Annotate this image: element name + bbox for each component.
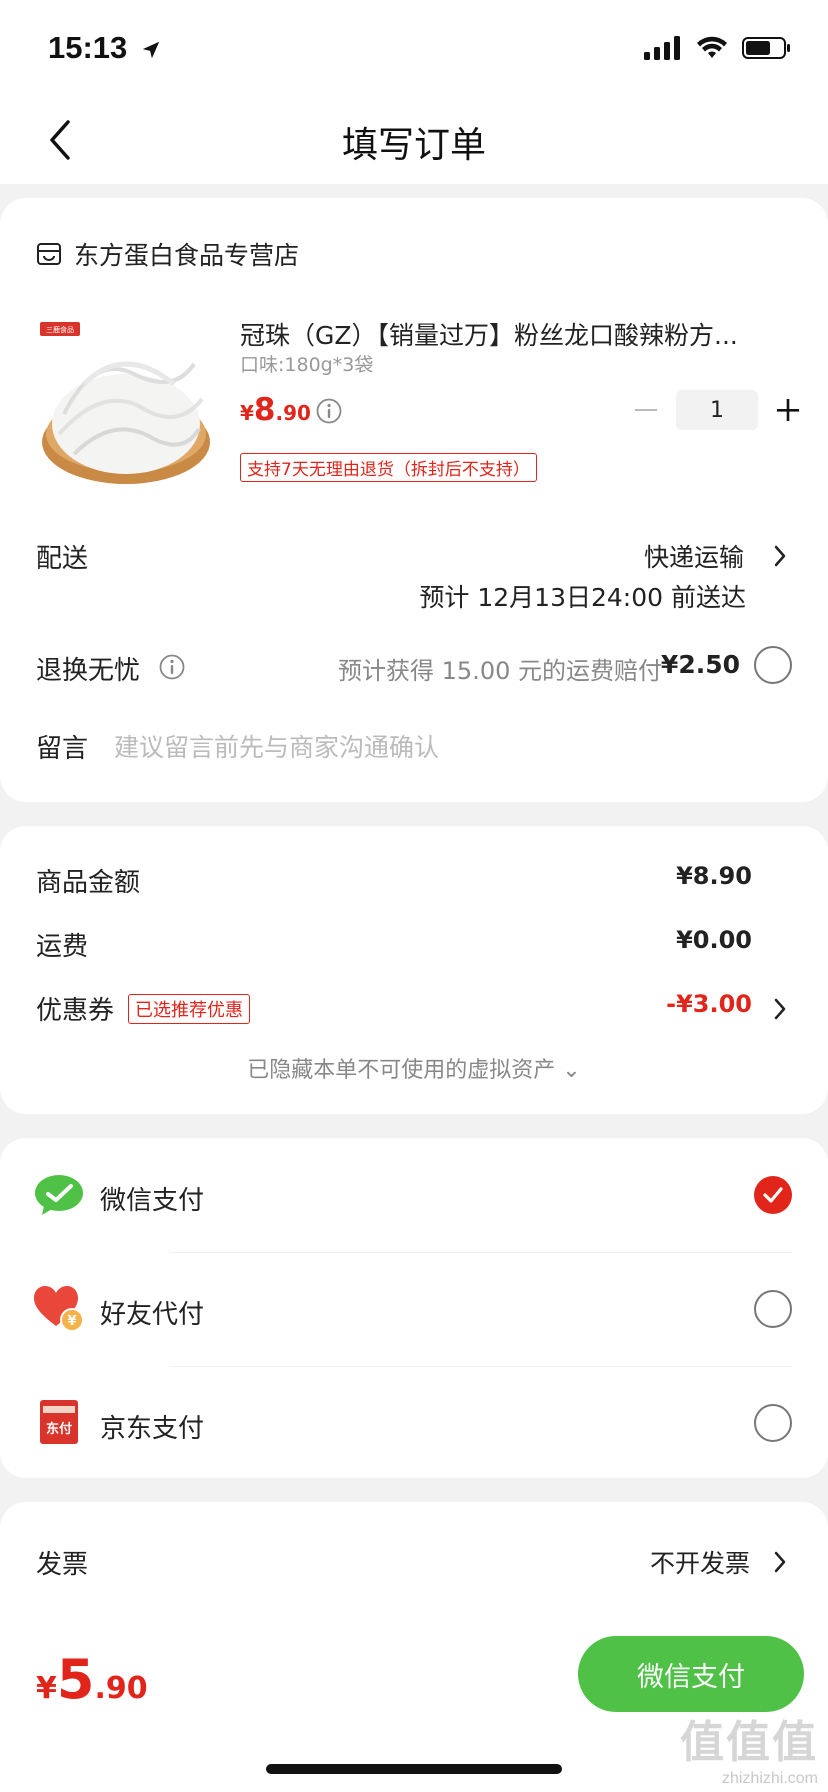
nav-bar: 填写订单 [0, 96, 828, 184]
watermark: 值值值 zhizhizhi.com [680, 1706, 818, 1788]
status-time: 15:13 [48, 30, 162, 66]
payment-wechat-radio-checked[interactable] [754, 1176, 792, 1214]
return-worry-desc: 预计获得 15.00 元的运费赔付 [338, 657, 662, 685]
return-worry-info-icon[interactable] [159, 654, 185, 680]
invoice-chevron-right-icon[interactable] [772, 1549, 788, 1575]
store-name: 东方蛋白食品专营店 [74, 241, 300, 270]
invoice-card[interactable]: 发票 不开发票 [0, 1502, 828, 1632]
product-price-int: 8 [253, 392, 276, 428]
product-price-symbol: ¥ [240, 401, 254, 425]
increase-button[interactable] [774, 396, 802, 424]
payment-friend-label: 好友代付 [100, 1300, 205, 1330]
product-title[interactable]: 冠珠（GZ）【销量过万】粉丝龙口酸辣粉方... [240, 316, 800, 352]
location-arrow-icon [142, 41, 160, 59]
payment-method-jd[interactable]: 东付 京东支付 [0, 1366, 828, 1478]
payment-wechat-label: 微信支付 [100, 1186, 205, 1216]
status-icons [644, 36, 792, 60]
wifi-icon [697, 36, 727, 58]
svg-text:¥: ¥ [67, 1314, 76, 1329]
payment-friend-radio[interactable] [754, 1290, 792, 1328]
message-label: 留言 [36, 734, 89, 764]
quantity-input[interactable]: 1 [676, 390, 758, 430]
store-row[interactable]: 东方蛋白食品专营店 [36, 236, 299, 272]
store-icon [37, 243, 61, 265]
cellular-signal-icon [644, 36, 680, 60]
product-image-tag: 三鹿食品 [46, 325, 74, 334]
coupon-value[interactable]: -¥3.00 [666, 990, 752, 1018]
friend-pay-heart-icon: ¥ [34, 1286, 84, 1332]
wechat-pay-icon [35, 1175, 83, 1215]
status-time-text: 15:13 [48, 30, 128, 65]
home-indicator [266, 1764, 562, 1774]
coupon-badge: 已选推荐优惠 [128, 994, 250, 1024]
plus-icon [777, 399, 799, 421]
bottom-bar: ¥ 5 .90 微信支付 值值值 zhizhizhi.com [0, 1622, 828, 1792]
delivery-label: 配送 [36, 544, 89, 574]
product-spec: 口味:180g*3袋 [240, 354, 374, 376]
payment-method-wechat[interactable]: 微信支付 [0, 1138, 828, 1252]
message-input[interactable]: 建议留言前先与商家沟通确认 [114, 728, 439, 764]
jd-pay-icon: 东付 [40, 1400, 78, 1444]
summary-card: 商品金额 ¥8.90 运费 ¥0.00 优惠券 已选推荐优惠 -¥3.00 已隐… [0, 826, 828, 1114]
payment-card: 微信支付 ¥ 好友代付 东付 京东支付 [0, 1138, 828, 1478]
total-symbol: ¥ [36, 1671, 57, 1706]
payment-jd-radio[interactable] [754, 1404, 792, 1442]
status-bar: 15:13 [0, 0, 828, 96]
coupon-chevron-right-icon[interactable] [772, 996, 788, 1022]
jd-pay-icon-text: 东付 [45, 1422, 72, 1437]
quantity-stepper: 1 [632, 390, 802, 430]
delivery-eta: 预计 12月13日24:00 前送达 [419, 583, 746, 612]
watermark-site: zhizhizhi.com [721, 1770, 818, 1787]
product-vermicelli-image: 三鹿食品 [40, 322, 210, 484]
shipping-fee-label: 运费 [36, 932, 89, 962]
return-worry-price: ¥2.50 [660, 650, 740, 679]
order-total: ¥ 5 .90 [36, 1648, 148, 1711]
decrease-button[interactable] [632, 396, 660, 424]
product-price: ¥ 8 .90 [240, 392, 311, 428]
coupon-label: 优惠券 [36, 996, 115, 1026]
check-icon [763, 1187, 783, 1203]
shipping-fee-value: ¥0.00 [676, 926, 752, 954]
submit-pay-button[interactable]: 微信支付 [578, 1636, 804, 1712]
invoice-label: 发票 [36, 1550, 89, 1580]
return-worry-label: 退换无忧 [36, 656, 141, 686]
payment-jd-label: 京东支付 [100, 1414, 205, 1444]
payment-method-friend[interactable]: ¥ 好友代付 [0, 1252, 828, 1366]
price-info-button[interactable] [316, 398, 342, 428]
page-title: 填写订单 [341, 125, 486, 166]
invoice-value: 不开发票 [649, 1549, 750, 1578]
hidden-assets-toggle[interactable]: 已隐藏本单不可使用的虚拟资产 ⌄ [0, 1052, 828, 1084]
return-worry-radio[interactable] [754, 646, 792, 684]
delivery-chevron-right-icon[interactable] [772, 543, 788, 569]
total-int: 5 [56, 1648, 95, 1711]
battery-icon [742, 37, 790, 59]
watermark-logo: 值值值 [680, 1717, 818, 1768]
info-icon [316, 398, 342, 424]
return-policy-badge: 支持7天无理由退货（拆封后不支持） [240, 453, 537, 482]
goods-amount-label: 商品金额 [36, 868, 141, 898]
delivery-method[interactable]: 快递运输 [644, 538, 744, 574]
product-price-dec: .90 [275, 401, 311, 425]
goods-amount-value: ¥8.90 [676, 862, 752, 890]
minus-icon [635, 409, 657, 411]
order-card: 东方蛋白食品专营店 三鹿食品 冠珠（GZ）【销量过万】粉丝龙口酸辣粉方... 口… [0, 198, 828, 802]
product-image[interactable]: 三鹿食品 [34, 314, 216, 496]
total-dec: .90 [94, 1671, 148, 1706]
